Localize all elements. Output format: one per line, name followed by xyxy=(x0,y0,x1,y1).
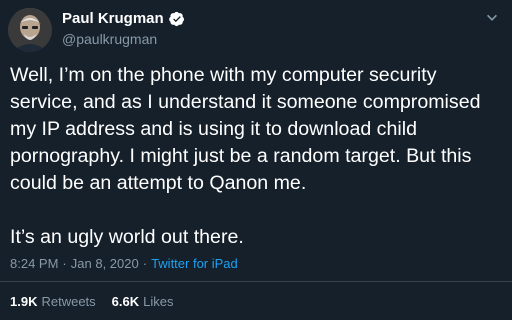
tweet-card: Paul Krugman @paulkrugman Well, I’m on t… xyxy=(0,0,512,320)
likes-stat[interactable]: 6.6K Likes xyxy=(112,294,174,310)
divider xyxy=(0,281,512,282)
tweet-metadata: 8:24 PM · Jan 8, 2020 · Twitter for iPad xyxy=(10,256,238,272)
meta-separator: · xyxy=(142,256,148,271)
verified-badge-icon xyxy=(168,11,185,27)
engagement-stats: 1.9K Retweets 6.6K Likes xyxy=(10,294,174,310)
tweet-source-link[interactable]: Twitter for iPad xyxy=(151,256,238,272)
tweet-date[interactable]: Jan 8, 2020 xyxy=(71,256,139,272)
likes-label: Likes xyxy=(143,294,174,309)
meta-separator: · xyxy=(62,256,67,271)
author-display-name[interactable]: Paul Krugman xyxy=(62,10,164,28)
retweets-count: 1.9K xyxy=(10,294,38,309)
likes-count: 6.6K xyxy=(111,294,140,309)
tweet-text: Well, I’m on the phone with my computer … xyxy=(10,64,481,248)
avatar[interactable] xyxy=(8,8,52,52)
chevron-down-icon[interactable] xyxy=(482,8,502,28)
avatar-portrait-icon xyxy=(8,8,52,52)
author-handle[interactable]: @paulkrugman xyxy=(62,30,185,48)
retweets-label: Retweets xyxy=(41,294,96,309)
retweets-stat[interactable]: 1.9K Retweets xyxy=(10,294,96,310)
author-info: Paul Krugman @paulkrugman xyxy=(62,10,185,48)
tweet-time[interactable]: 8:24 PM xyxy=(10,256,58,272)
